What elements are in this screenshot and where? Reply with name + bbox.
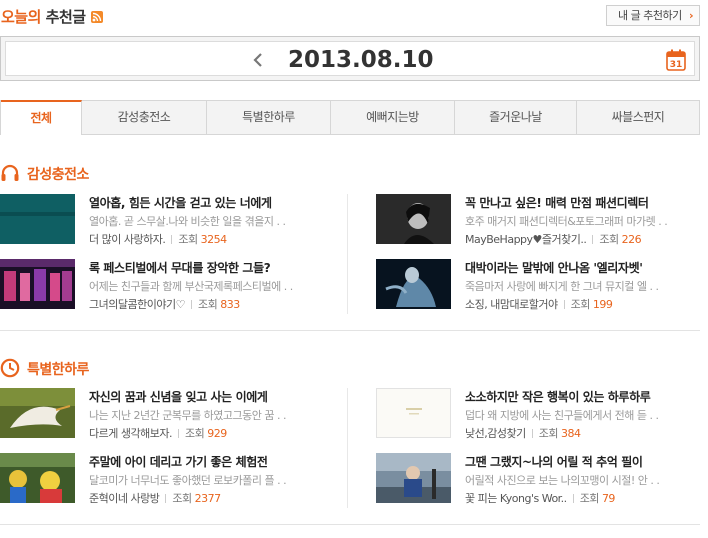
views-label: 조회 [570,298,591,311]
view-count: 199 [592,298,613,311]
recommend-my-post-button[interactable]: 내 글 추천하기 › [606,5,700,26]
post-excerpt: 열아홉. 곧 스무살.나와 비슷한 일을 겪을지 . . [89,215,286,228]
post-excerpt: 어릴적 사진으로 보는 나의꼬맹이 시절! 안 . . [465,474,660,487]
column-divider [347,194,348,314]
date-navigator-inner: 2013.08.10 31 [5,41,695,76]
list-item[interactable]: 자신의 꿈과 신념을 잊고 사는 이에게 나는 지난 2년간 군복무를 하였고그… [0,388,340,440]
views-label: 조회 [172,492,192,505]
date-navigator: 2013.08.10 31 [0,36,700,81]
post-meta: 낮선,감성찾기 조회 384 [465,425,581,441]
section-divider [0,524,700,525]
post-excerpt: 죽음마저 사랑에 빠지게 한 그녀 뮤지컬 엘 . . [465,280,659,293]
views-label: 조회 [178,233,198,246]
post-meta: 준혁이네 사랑방 조회 2377 [89,490,221,506]
chevron-right-icon: › [688,9,694,22]
rss-icon[interactable] [91,11,103,23]
tab-fun-days[interactable]: 즐거운나날 [455,101,577,134]
section-title-emotion-charge[interactable]: 감성충전소 [0,163,200,185]
post-title[interactable]: 꼭 만나고 싶은! 매력 만점 패션디렉터 [465,194,649,211]
view-count: 929 [207,427,227,440]
post-title[interactable]: 주말에 아이 데리고 가기 좋은 체험전 [89,453,268,470]
view-count: 833 [220,298,240,311]
list-item[interactable]: 주말에 아이 데리고 가기 좋은 체험전 달코미가 너무너도 좋아했던 로보카폴… [0,453,340,505]
post-title[interactable]: 그땐 그랬지~나의 어릴 적 추억 필이 [465,453,643,470]
calendar-icon[interactable]: 31 [666,49,686,71]
top-bar: 오늘의 추천글 내 글 추천하기 › [0,0,708,34]
author-name[interactable]: 다르게 생각해보자. [89,427,172,440]
thumbnail-image[interactable] [0,388,75,438]
tab-ssable-sponge[interactable]: 싸블스펀지 [577,101,699,134]
thumbnail-image[interactable] [376,388,451,438]
view-count: 79 [601,492,616,505]
headphones-icon [0,163,20,183]
post-meta: 그녀의달콤한이야기♡ 조회 833 [89,296,240,312]
author-name[interactable]: MayBeHappy♥즐거찾기.. [465,233,587,246]
tab-all[interactable]: 전체 [1,100,82,135]
calendar-day: 31 [670,60,683,70]
post-meta: MayBeHappy♥즐거찾기.. 조회 226 [465,231,642,247]
thumbnail-image[interactable] [376,194,451,244]
view-count: 3254 [200,233,228,246]
author-name[interactable]: 소징, 내맘대로할거야 [465,298,558,311]
author-name[interactable]: 준혁이네 사랑방 [89,492,160,505]
post-excerpt: 나는 지난 2년간 군복무를 하였고그동안 꿈 . . [89,409,287,422]
post-meta: 꽃 피는 Kyong's Wor.. 조회 79 [465,490,615,506]
author-name[interactable]: 더 많이 사랑하자. [89,233,166,246]
author-name[interactable]: 꽃 피는 Kyong's Wor.. [465,492,567,505]
post-title[interactable]: 대박이라는 말밖에 안나옴 '엘리자벳' [465,259,643,276]
list-item[interactable]: 꼭 만나고 싶은! 매력 만점 패션디렉터 호주 매거지 패션디렉터&포토그래퍼… [376,194,706,246]
views-label: 조회 [184,427,205,440]
section-title-special-day[interactable]: 특별한하루 [0,358,200,380]
list-item[interactable]: 그땐 그랬지~나의 어릴 적 추억 필이 어릴적 사진으로 보는 나의꼬맹이 시… [376,453,706,505]
post-title[interactable]: 소소하지만 작은 행복이 있는 하루하루 [465,388,651,405]
list-item[interactable]: 열아홉, 힘든 시간을 걷고 있는 너에게 열아홉. 곧 스무살.나와 비슷한 … [0,194,340,246]
views-label: 조회 [579,492,600,505]
thumbnail-image[interactable] [0,259,75,309]
list-item[interactable]: 록 페스티벌에서 무대를 장악한 그들? 어제는 친구들과 함께 부산국제록페스… [0,259,340,311]
author-name[interactable]: 낮선,감성찾기 [465,427,526,440]
thumbnail-image[interactable] [376,259,451,309]
thumbnail-image[interactable] [376,453,451,503]
view-count: 226 [621,233,642,246]
tab-emotion-charge[interactable]: 감성충전소 [82,101,207,134]
tab-special-day[interactable]: 특별한하루 [207,101,331,134]
post-excerpt: 덥다 왜 지방에 사는 친구들에게서 전해 듣 . . [465,409,659,422]
previous-date-icon[interactable] [250,51,268,69]
post-meta: 소징, 내맘대로할거야 조회 199 [465,296,613,312]
column-divider [347,388,348,508]
section-label: 감성충전소 [27,167,89,183]
post-title[interactable]: 열아홉, 힘든 시간을 걷고 있는 너에게 [89,194,272,211]
post-meta: 더 많이 사랑하자. 조회 3254 [89,231,227,247]
list-item[interactable]: 소소하지만 작은 행복이 있는 하루하루 덥다 왜 지방에 사는 친구들에게서 … [376,388,706,440]
post-excerpt: 어제는 친구들과 함께 부산국제록페스티벌에 . . [89,280,293,293]
views-label: 조회 [197,298,218,311]
page-title-rest: 추천글 [45,8,86,26]
page-title: 오늘의 추천글 [1,6,86,27]
clock-icon [0,358,20,378]
current-date: 2013.08.10 [288,47,434,73]
author-name[interactable]: 그녀의달콤한이야기♡ [89,298,185,311]
list-item[interactable]: 대박이라는 말밖에 안나옴 '엘리자벳' 죽음마저 사랑에 빠지게 한 그녀 뮤… [376,259,706,311]
recommend-button-label: 내 글 추천하기 [618,9,682,22]
thumbnail-image[interactable] [0,194,75,244]
post-title[interactable]: 자신의 꿈과 신념을 잊고 사는 이에게 [89,388,268,405]
tab-beauty-room[interactable]: 예뻐지는방 [331,101,455,134]
category-tabs: 전체 감성충전소 특별한하루 예뻐지는방 즐거운나날 싸블스펀지 [0,100,700,135]
thumbnail-image[interactable] [0,453,75,503]
page-title-accent: 오늘의 [1,8,41,26]
views-label: 조회 [538,427,559,440]
post-meta: 다르게 생각해보자. 조회 929 [89,425,227,441]
section-label: 특별한하루 [27,362,89,378]
post-excerpt: 달코미가 너무너도 좋아했던 로보카폴리 플 . . [89,474,287,487]
section-divider [0,330,700,331]
post-excerpt: 호주 매거지 패션디렉터&포토그래퍼 마가렛 . . [465,215,668,228]
view-count: 384 [560,427,581,440]
view-count: 2377 [194,492,222,505]
post-title[interactable]: 록 페스티벌에서 무대를 장악한 그들? [89,259,271,276]
views-label: 조회 [599,233,619,246]
